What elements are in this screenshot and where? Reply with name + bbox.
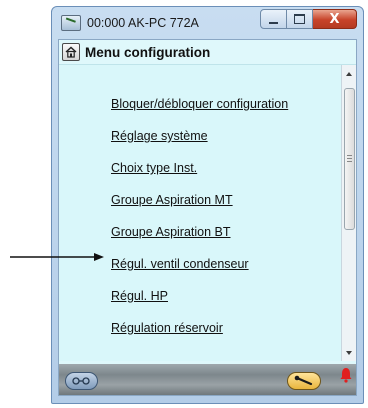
menu-item-bloquer-configuration[interactable]: Bloquer/débloquer configuration (111, 97, 288, 111)
menu-item-choix-type-inst[interactable]: Choix type Inst. (111, 161, 197, 175)
close-icon: X (329, 11, 340, 27)
vertical-scrollbar[interactable] (341, 65, 356, 362)
scroll-down-button[interactable] (342, 346, 356, 360)
minimize-icon (269, 21, 278, 24)
maximize-button[interactable] (287, 9, 313, 29)
status-bar (59, 361, 356, 395)
connection-button[interactable] (65, 372, 98, 390)
application-window: 00:000 AK-PC 772A X Menu configuration B… (51, 6, 364, 404)
app-icon (61, 15, 81, 31)
menu-item-reglage-systeme[interactable]: Réglage système (111, 129, 208, 143)
arrow-down-icon (346, 351, 352, 355)
menu-item-regul-ventil-condenseur[interactable]: Régul. ventil condenseur (111, 257, 249, 271)
close-button[interactable]: X (313, 9, 357, 29)
alarm-bell-icon[interactable] (339, 367, 353, 383)
menu-list: Bloquer/débloquer configuration Réglage … (59, 65, 342, 362)
client-area: Menu configuration Bloquer/débloquer con… (58, 39, 357, 396)
menu-item-groupe-aspiration-bt[interactable]: Groupe Aspiration BT (111, 225, 231, 239)
service-button[interactable] (287, 372, 321, 390)
grip-icon (347, 155, 352, 164)
scrollbar-thumb[interactable] (344, 88, 355, 230)
window-controls: X (260, 9, 357, 29)
screenshot-stage: 00:000 AK-PC 772A X Menu configuration B… (0, 0, 368, 408)
menu-item-regulation-reservoir[interactable]: Régulation réservoir (111, 321, 223, 335)
maximize-icon (294, 14, 305, 24)
menu-item-regul-hp[interactable]: Régul. HP (111, 289, 168, 303)
arrow-up-icon (346, 72, 352, 76)
home-button[interactable] (62, 43, 80, 61)
menu-item-groupe-aspiration-mt[interactable]: Groupe Aspiration MT (111, 193, 233, 207)
page-title: Menu configuration (85, 44, 211, 60)
scroll-up-button[interactable] (342, 67, 356, 81)
connection-icon (72, 377, 90, 385)
title-bar[interactable]: 00:000 AK-PC 772A X (52, 7, 363, 39)
home-icon (65, 46, 77, 58)
service-tool-icon (294, 375, 313, 386)
menu-header: Menu configuration (59, 40, 356, 65)
minimize-button[interactable] (260, 9, 287, 29)
window-title: 00:000 AK-PC 772A (87, 16, 199, 30)
pointer-arrow (10, 253, 104, 261)
